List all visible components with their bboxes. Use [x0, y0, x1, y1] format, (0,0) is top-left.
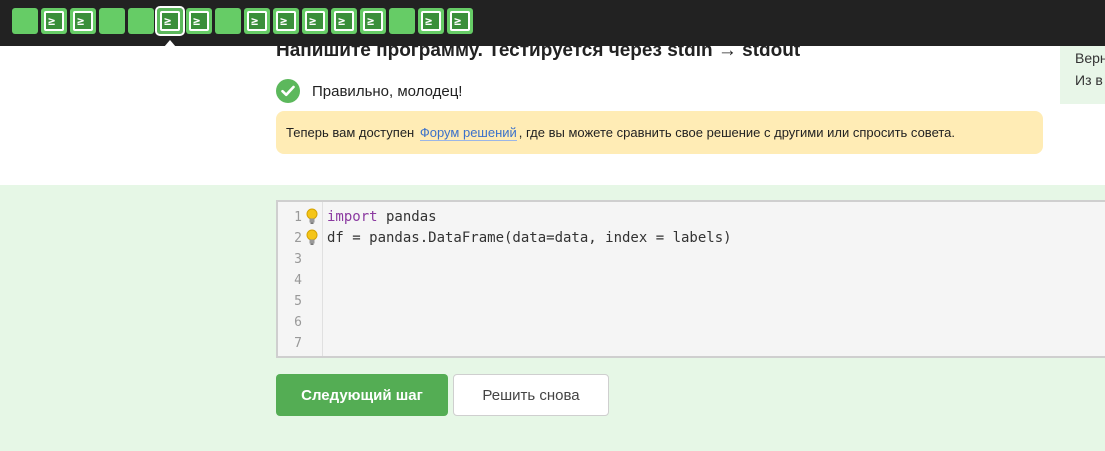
terminal-icon: ≥: [193, 14, 201, 28]
step-8-text[interactable]: [215, 8, 241, 34]
line-number: 2: [294, 231, 302, 246]
step-15-code[interactable]: ≥: [418, 8, 444, 34]
step-2-code[interactable]: ≥: [41, 8, 67, 34]
step-3-code[interactable]: ≥: [70, 8, 96, 34]
result-message: Правильно, молодец!: [276, 79, 462, 103]
code-text: pandas: [377, 209, 437, 225]
step-6-code[interactable]: ≥: [155, 6, 185, 47]
code-text: df = pandas.DataFrame(data=data, index =…: [327, 230, 732, 246]
terminal-icon: ≥: [164, 14, 172, 28]
line-gutter: 1 2 3 4 5 6 7: [278, 202, 323, 356]
side-panel-line-2: Из в: [1075, 72, 1103, 88]
step-13-code[interactable]: ≥: [360, 8, 386, 34]
top-navigation-bar: ≥ ≥ ≥ ≥ ≥ ≥ ≥ ≥ ≥ ≥ ≥: [0, 0, 1105, 47]
line-number: 4: [294, 273, 302, 288]
line-number: 7: [294, 336, 302, 351]
lightbulb-icon[interactable]: [306, 208, 318, 225]
code-editor[interactable]: 1 2 3 4 5 6 7 import pandas df = pandas.DataFra…: [276, 200, 1105, 358]
step-4-text[interactable]: [99, 8, 125, 34]
line-number: 3: [294, 252, 302, 267]
step-16-code[interactable]: ≥: [447, 8, 473, 34]
step-10-code[interactable]: ≥: [273, 8, 299, 34]
notice-text-after: , где вы можете сравнить свое решение с …: [518, 125, 956, 140]
terminal-icon: ≥: [48, 14, 56, 28]
terminal-icon: ≥: [338, 14, 346, 28]
step-5-text[interactable]: [128, 8, 154, 34]
terminal-icon: ≥: [77, 14, 85, 28]
step-12-code[interactable]: ≥: [331, 8, 357, 34]
next-step-button[interactable]: Следующий шаг: [276, 374, 448, 416]
side-panel: Верн Из в: [1060, 46, 1105, 104]
result-text: Правильно, молодец!: [312, 82, 463, 100]
code-keyword: import: [327, 209, 378, 225]
task-title-container: Напишите программу. Тестируется через st…: [0, 46, 1060, 76]
code-line: import pandas: [327, 207, 437, 228]
terminal-icon: ≥: [251, 14, 259, 28]
terminal-icon: ≥: [309, 14, 317, 28]
step-7-code[interactable]: ≥: [186, 8, 212, 34]
step-14-text[interactable]: [389, 8, 415, 34]
task-title: Напишите программу. Тестируется через st…: [276, 46, 801, 61]
line-number: 6: [294, 315, 302, 330]
side-panel-line-1: Верн: [1075, 50, 1105, 66]
step-11-code[interactable]: ≥: [302, 8, 328, 34]
line-number: 1: [294, 210, 302, 225]
notice-text-before: Теперь вам доступен: [286, 125, 415, 140]
solve-again-button[interactable]: Решить снова: [453, 374, 609, 416]
code-line: df = pandas.DataFrame(data=data, index =…: [327, 228, 732, 249]
checkmark-icon: [276, 79, 300, 103]
terminal-icon: ≥: [280, 14, 288, 28]
step-9-code[interactable]: ≥: [244, 8, 270, 34]
terminal-icon: ≥: [425, 14, 433, 28]
lesson-steps: ≥ ≥ ≥ ≥ ≥ ≥ ≥ ≥ ≥ ≥ ≥: [12, 6, 473, 47]
terminal-icon: ≥: [367, 14, 375, 28]
terminal-icon: ≥: [454, 14, 462, 28]
forum-notice: Теперь вам доступен Форум решений, где в…: [276, 111, 1043, 154]
step-1-text[interactable]: [12, 8, 38, 34]
forum-link[interactable]: Форум решений: [419, 125, 517, 141]
lightbulb-icon[interactable]: [306, 229, 318, 246]
line-number: 5: [294, 294, 302, 309]
